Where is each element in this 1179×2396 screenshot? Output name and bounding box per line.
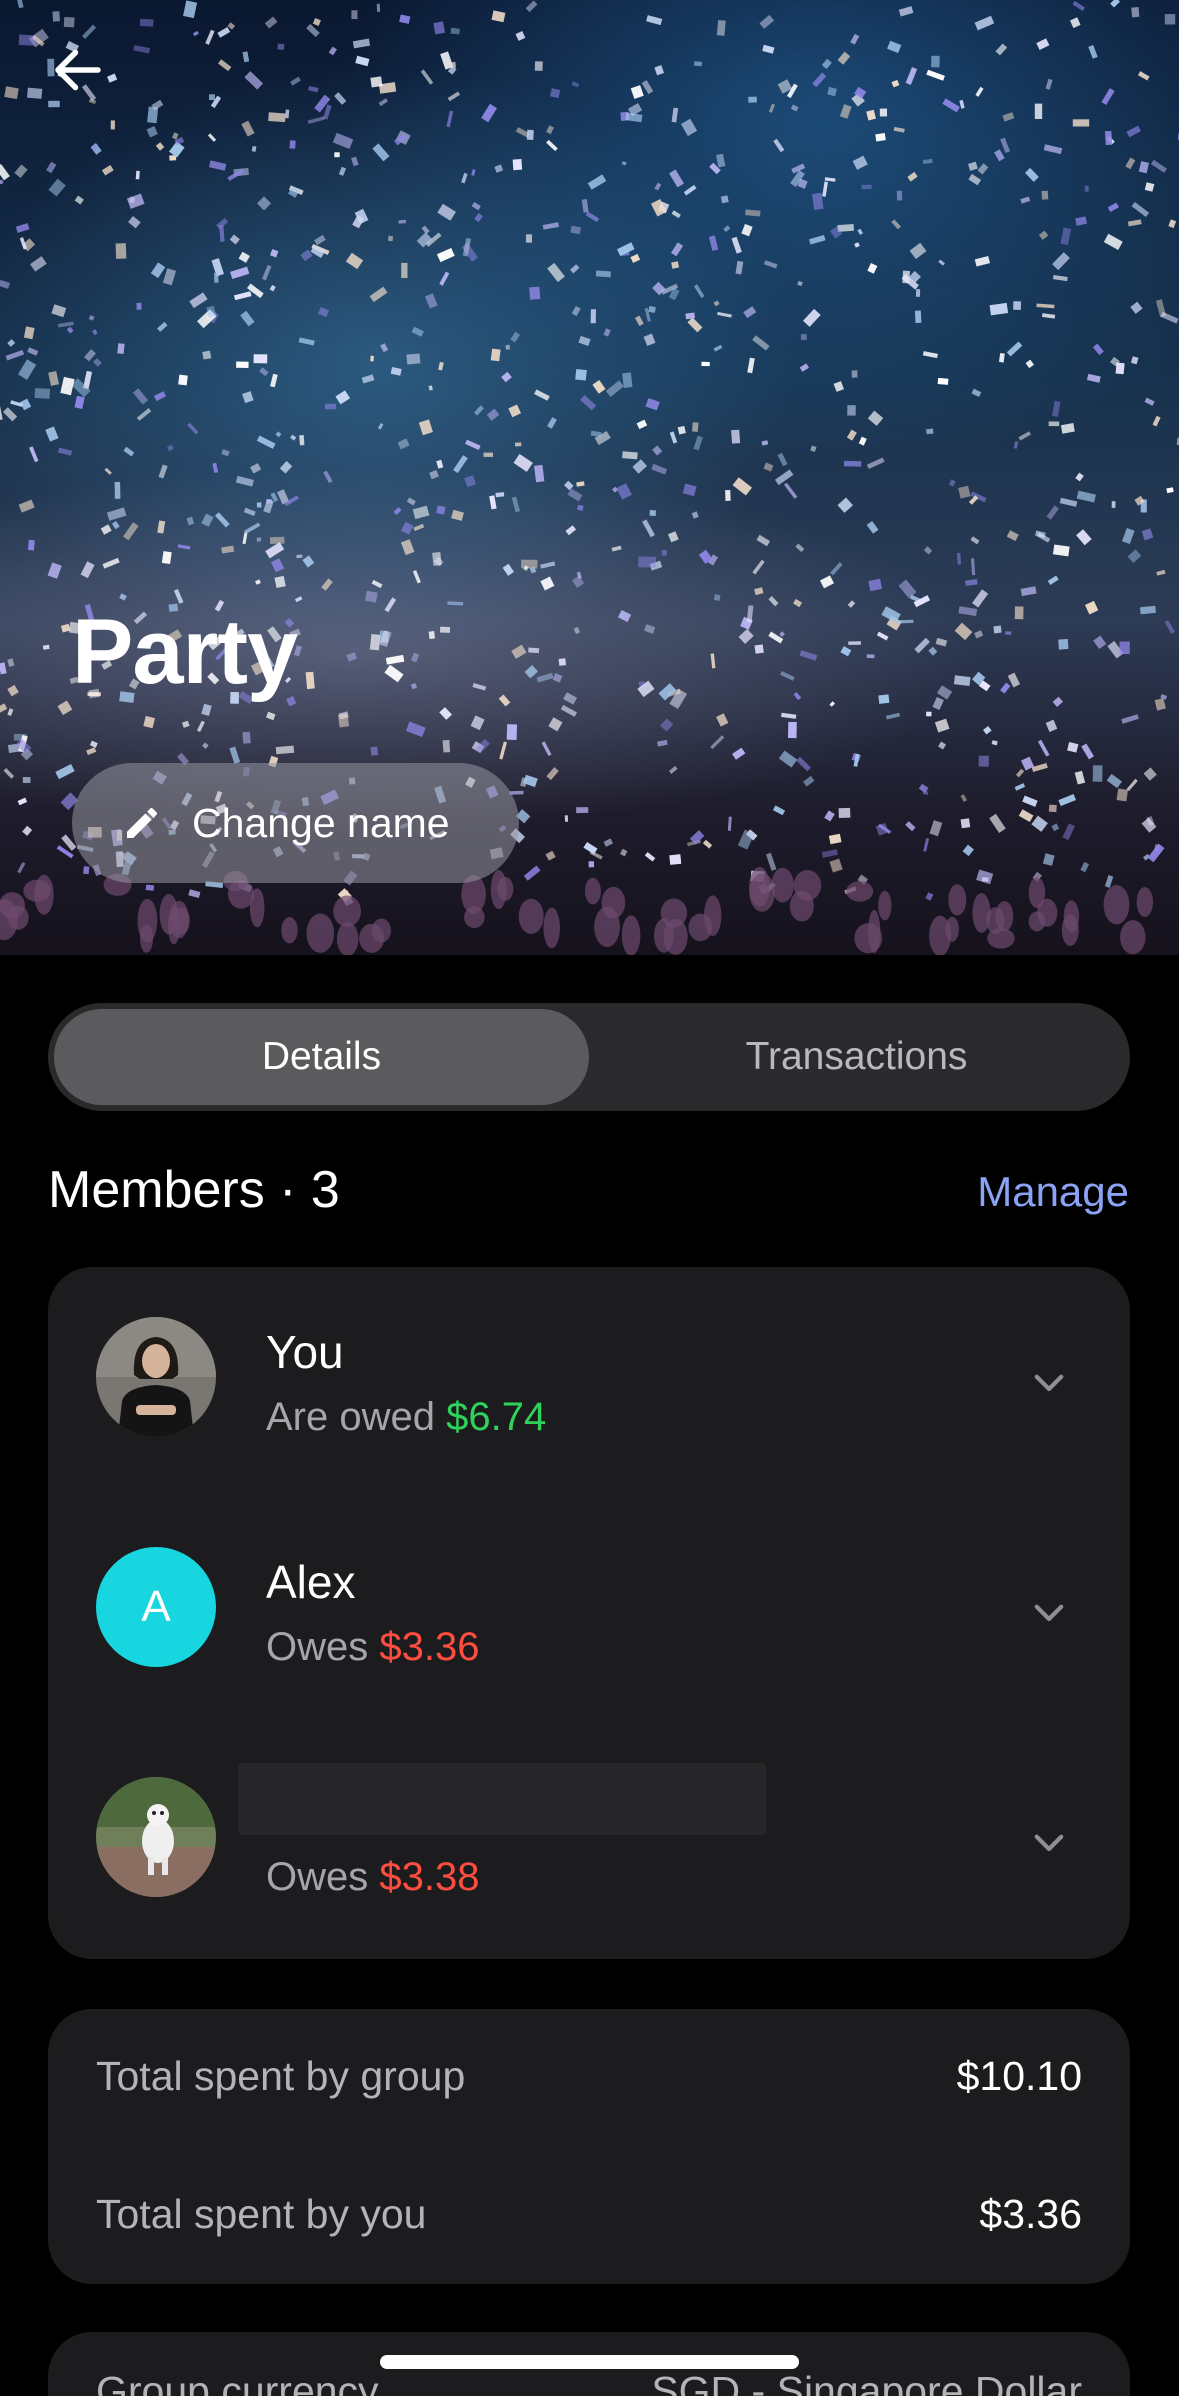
screen: Party Change name Details Transactions M… — [0, 0, 1179, 2396]
member-balance: Owes $3.36 — [266, 1625, 479, 1670]
tab-transactions[interactable]: Transactions — [589, 1009, 1124, 1105]
total-you-label: Total spent by you — [96, 2191, 427, 2237]
group-cover-image: Party Change name — [0, 0, 1179, 955]
chevron-down-icon — [1034, 1834, 1064, 1852]
member-photo — [96, 1317, 216, 1437]
totals-card: Total spent by group $10.10 Total spent … — [48, 2009, 1130, 2284]
members-card: You Are owed $6.74 A Alex Owes $3.36 Owe… — [48, 1267, 1130, 1959]
members-heading: Members · 3 — [48, 1161, 340, 1219]
arrow-left-icon — [55, 49, 101, 91]
member-row-you[interactable]: You Are owed $6.74 — [48, 1267, 1130, 1497]
balance-label: Are owed — [266, 1395, 435, 1439]
total-group-value: $10.10 — [956, 2053, 1082, 2099]
balance-label: Owes — [266, 1625, 369, 1669]
total-group-label: Total spent by group — [96, 2053, 466, 2099]
currency-label: Group currency — [96, 2368, 379, 2396]
total-group-row: Total spent by group $10.10 — [96, 2053, 1082, 2100]
total-you-value: $3.36 — [979, 2191, 1082, 2237]
tab-details[interactable]: Details — [54, 1009, 589, 1105]
balance-amount: $6.74 — [446, 1395, 547, 1439]
member-photo — [96, 1777, 216, 1897]
member-row-third[interactable]: Owes $3.38 — [48, 1727, 1130, 1957]
redacted-name — [238, 1763, 766, 1835]
balance-amount: $3.38 — [379, 1855, 480, 1899]
currency-value: SGD - Singapore Dollar — [651, 2368, 1082, 2396]
avatar: A — [96, 1547, 216, 1667]
member-name: You — [266, 1326, 344, 1378]
chevron-down-icon — [1034, 1604, 1064, 1622]
pencil-icon — [127, 807, 158, 838]
view-switcher: Details Transactions — [48, 1003, 1130, 1111]
back-button[interactable] — [38, 30, 118, 110]
member-balance: Owes $3.38 — [266, 1855, 479, 1900]
chevron-down-icon — [1034, 1374, 1064, 1392]
member-name: Alex — [266, 1556, 356, 1608]
currency-row: Group currency SGD - Singapore Dollar — [96, 2368, 1082, 2396]
change-name-label: Change name — [192, 799, 450, 846]
avatar — [96, 1317, 216, 1437]
manage-members-link[interactable]: Manage — [977, 1168, 1129, 1216]
group-title: Party — [72, 601, 298, 703]
home-indicator — [380, 2355, 799, 2369]
avatar-initial: A — [141, 1582, 171, 1631]
member-row-alex[interactable]: A Alex Owes $3.36 — [48, 1497, 1130, 1727]
change-name-button[interactable]: Change name — [72, 763, 519, 883]
total-you-row: Total spent by you $3.36 — [96, 2191, 1082, 2238]
balance-amount: $3.36 — [379, 1625, 480, 1669]
balance-label: Owes — [266, 1855, 369, 1899]
avatar — [96, 1777, 216, 1897]
member-balance: Are owed $6.74 — [266, 1395, 546, 1440]
